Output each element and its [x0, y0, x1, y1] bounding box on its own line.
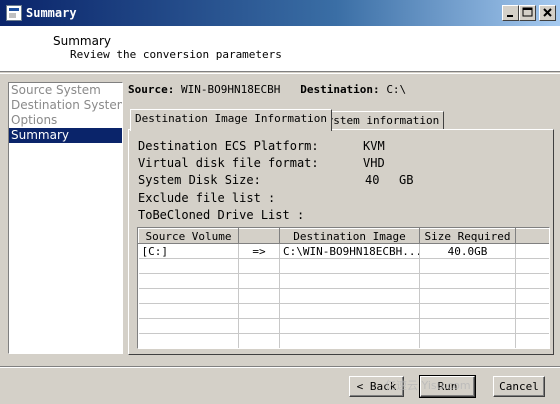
- table-row: [138, 288, 549, 304]
- step-source-system[interactable]: Source System: [9, 83, 122, 98]
- table-row: [138, 333, 549, 348]
- platform-label: Destination ECS Platform:: [138, 139, 319, 153]
- tab-panel: Destination ECS Platform: KVM Virtual di…: [128, 129, 554, 355]
- header-divider: [0, 73, 560, 74]
- cell-arrow: =>: [238, 243, 280, 259]
- disk-size-label: System Disk Size:: [138, 173, 261, 187]
- step-summary[interactable]: Summary: [9, 128, 122, 143]
- title-bar[interactable]: Summary: [0, 0, 560, 26]
- table-row: [138, 303, 549, 319]
- cell-destination-image: C:\WIN-BO9HN18ECBH...: [279, 243, 420, 259]
- back-button[interactable]: < Back: [349, 376, 404, 397]
- disk-format-label: Virtual disk file format:: [138, 156, 319, 170]
- tab-system-information[interactable]: system information: [315, 111, 445, 130]
- table-header-row: Source Volume Destination Image Size Req…: [138, 228, 549, 244]
- disk-format-value: VHD: [363, 156, 385, 170]
- column-header-size-required[interactable]: Size Required: [419, 228, 516, 244]
- header-subtitle: Review the conversion parameters: [70, 48, 282, 61]
- cancel-button[interactable]: Cancel: [493, 376, 545, 397]
- platform-value: KVM: [363, 139, 385, 153]
- source-destination-info: Source: WIN-BO9HN18ECBH Destination: C:\: [128, 83, 406, 96]
- minimize-icon: [507, 15, 513, 17]
- maximize-icon: [522, 7, 533, 17]
- table-row[interactable]: [C:] => C:\WIN-BO9HN18ECBH... 40.0GB: [138, 243, 549, 259]
- destination-label: Destination:: [300, 83, 380, 96]
- app-window-icon: [6, 5, 22, 21]
- source-value: WIN-BO9HN18ECBH: [180, 83, 281, 96]
- table-row: [138, 273, 549, 289]
- column-header-arrow[interactable]: [238, 228, 280, 244]
- run-button[interactable]: Run: [419, 375, 476, 398]
- tab-destination-image-information[interactable]: Destination Image Information: [130, 109, 333, 131]
- column-header-source-volume[interactable]: Source Volume: [138, 228, 239, 244]
- column-header-destination-image[interactable]: Destination Image: [279, 228, 420, 244]
- step-destination-system[interactable]: Destination System: [9, 98, 122, 113]
- cell-source-volume: [C:]: [138, 243, 239, 259]
- exclude-file-list-label: Exclude file list :: [138, 191, 276, 205]
- step-options[interactable]: Options: [9, 113, 122, 128]
- source-label: Source:: [128, 83, 175, 96]
- disk-size-unit: GB: [399, 173, 414, 187]
- wizard-steps-list[interactable]: Source System Destination System Options…: [8, 82, 123, 354]
- drive-list-table[interactable]: Source Volume Destination Image Size Req…: [137, 227, 550, 349]
- close-button[interactable]: [539, 5, 556, 21]
- cell-size-required: 40.0GB: [419, 243, 516, 259]
- wizard-header: Summary Review the conversion parameters: [0, 26, 560, 72]
- minimize-button[interactable]: [502, 5, 519, 21]
- disk-size-value: 40: [365, 173, 380, 187]
- drive-list-label: ToBeCloned Drive List :: [138, 208, 305, 222]
- footer-divider-highlight: [0, 367, 560, 368]
- maximize-button[interactable]: [519, 5, 536, 21]
- window-title: Summary: [26, 6, 77, 20]
- table-row: [138, 258, 549, 274]
- column-header-spacer: [515, 228, 549, 244]
- close-icon: [543, 8, 552, 17]
- table-row: [138, 318, 549, 334]
- destination-value: C:\: [386, 83, 407, 96]
- cell-spacer: [515, 243, 549, 259]
- header-title: Summary: [53, 34, 111, 48]
